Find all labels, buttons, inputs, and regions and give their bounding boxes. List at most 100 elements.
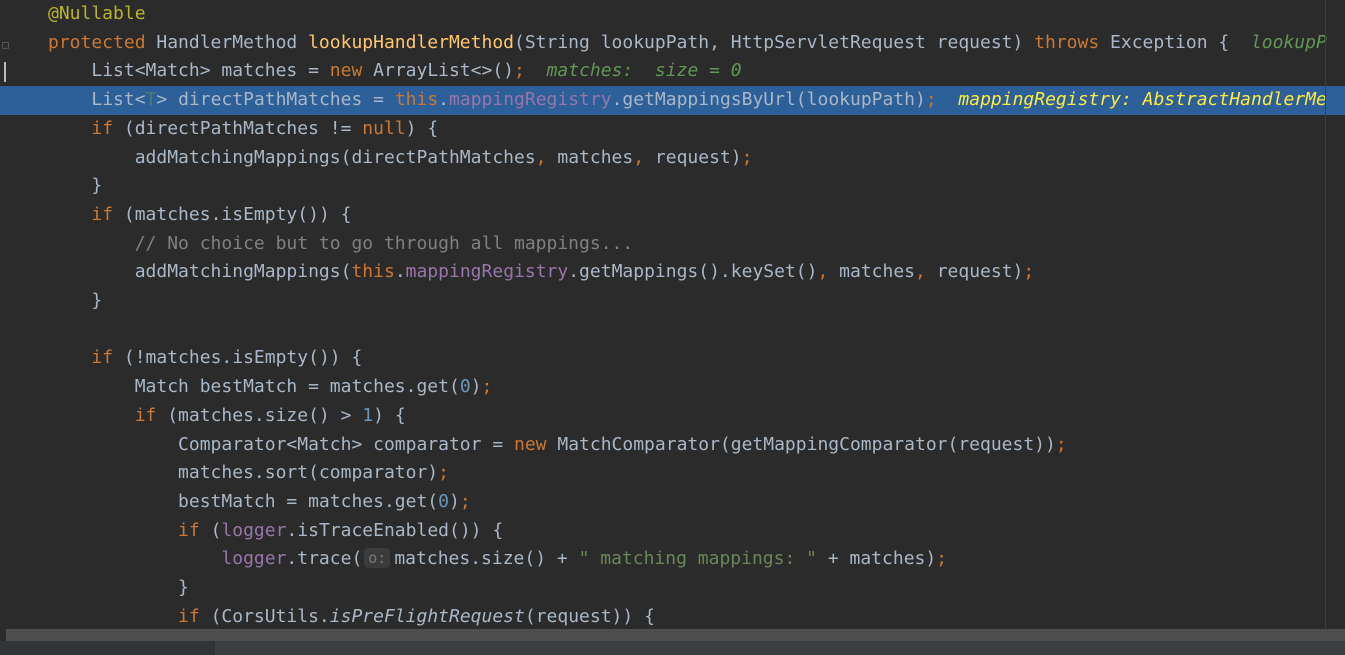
code-line[interactable]: logger.trace(o: matches.size() + " matchi…	[0, 545, 1345, 574]
code-line[interactable]: if (CorsUtils.isPreFlightRequest(request…	[0, 603, 1345, 632]
code-token: .	[438, 89, 450, 111]
code-token: mappingRegistry	[449, 89, 612, 111]
code-line[interactable]: bestMatch = matches.get(0);	[0, 488, 1345, 517]
code-line[interactable]: @Nullable	[0, 0, 1345, 29]
code-token: List<	[91, 89, 146, 111]
code-token: ;	[1055, 433, 1067, 455]
code-line-text: bestMatch = matches.get(0);	[48, 488, 471, 517]
code-token: this	[351, 261, 395, 283]
code-token: logger	[221, 548, 287, 570]
code-line[interactable]: if (matches.isEmpty()) {	[0, 201, 1345, 230]
code-line[interactable]: Comparator<Match> comparator = new Match…	[0, 431, 1345, 460]
code-line[interactable]: Match bestMatch = matches.get(0);	[0, 373, 1345, 402]
code-line[interactable]	[0, 316, 1345, 345]
code-token: @Nullable	[48, 3, 146, 24]
code-token: ,	[915, 261, 937, 283]
code-line-text: if (logger.isTraceEnabled()) {	[48, 517, 503, 546]
code-token: )	[470, 376, 482, 398]
code-token: this	[394, 89, 439, 111]
code-token: }	[91, 175, 103, 197]
code-line[interactable]: addMatchingMappings(directPathMatches, m…	[0, 144, 1345, 173]
code-token: if	[91, 117, 124, 139]
code-line-text: List<Match> matches = new ArrayList<>();…	[48, 57, 742, 86]
fold-marker-icon[interactable]: ▫	[0, 34, 11, 55]
code-token: protected	[48, 31, 157, 53]
code-token: if	[91, 347, 124, 369]
code-token: request)	[936, 261, 1024, 283]
code-token: addMatchingMappings(	[134, 261, 352, 283]
bottom-panel-left	[0, 641, 215, 655]
code-token: ArrayList<>()	[373, 60, 515, 82]
code-token: ;	[514, 60, 525, 82]
code-line[interactable]: addMatchingMappings(this.mappingRegistry…	[0, 258, 1345, 287]
code-token: )	[448, 490, 460, 512]
code-token: ;	[481, 376, 493, 398]
code-token: .getMappings().keySet()	[568, 261, 818, 283]
code-token: HandlerMethod	[156, 31, 309, 53]
code-token: (matches.size() >	[167, 404, 363, 426]
code-token: ;	[936, 548, 948, 570]
code-token: ) {	[405, 117, 439, 139]
horizontal-scrollbar-thumb[interactable]	[6, 629, 1345, 641]
code-line[interactable]: }	[0, 287, 1345, 316]
code-token: (request)) {	[524, 605, 655, 627]
code-line[interactable]: }	[0, 574, 1345, 603]
code-token: }	[178, 577, 189, 598]
code-token: .isTraceEnabled()) {	[286, 519, 504, 541]
code-token: 1	[362, 404, 374, 426]
code-token: ,	[817, 261, 840, 283]
code-token: matches.size() +	[394, 548, 579, 570]
parameter-hint: o:	[364, 548, 391, 569]
code-line-text: if (matches.isEmpty()) {	[48, 201, 351, 230]
inline-debug-value: matches: size = 0	[546, 60, 742, 82]
code-line-text: matches.sort(comparator);	[48, 459, 449, 488]
text-caret	[4, 62, 6, 82]
code-token: new	[514, 433, 558, 455]
code-line[interactable]: if (logger.isTraceEnabled()) {	[0, 517, 1345, 546]
code-token: (matches.isEmpty()) {	[123, 203, 352, 225]
code-line[interactable]: if (!matches.isEmpty()) {	[0, 344, 1345, 373]
code-token: (String lookupPath, HttpServletRequest r…	[514, 31, 1035, 53]
code-token: request)	[654, 146, 742, 168]
code-editor[interactable]: @Nullable protected HandlerMethod lookupH…	[0, 0, 1345, 655]
code-token: if	[178, 605, 211, 627]
code-line[interactable]: matches.sort(comparator);	[0, 459, 1345, 488]
code-token: ;	[741, 146, 753, 168]
inline-debug-value: mappingRegistry: AbstractHandlerMe	[958, 89, 1327, 111]
code-line-text: // No choice but to go through all mappi…	[48, 230, 634, 259]
code-line[interactable]: }	[0, 172, 1345, 201]
code-line-text: @Nullable	[48, 0, 146, 29]
execution-point-line[interactable]: List<T> directPathMatches = this.mapping…	[0, 86, 1345, 115]
code-token: ) {	[373, 404, 406, 426]
code-line[interactable]: if (matches.size() > 1) {	[0, 402, 1345, 431]
inline-debug-value: lookupP	[1250, 31, 1327, 53]
code-token: " matching mappings: "	[578, 548, 817, 570]
horizontal-scrollbar[interactable]	[6, 629, 1345, 641]
code-token: ,	[535, 146, 558, 168]
code-line[interactable]: // No choice but to go through all mappi…	[0, 230, 1345, 259]
code-line-text: addMatchingMappings(directPathMatches, m…	[48, 144, 753, 173]
code-line-text: Comparator<Match> comparator = new Match…	[48, 431, 1067, 460]
code-token: if	[178, 519, 211, 541]
code-token: // No choice but to go through all mappi…	[134, 232, 634, 254]
code-token: (CorsUtils.	[210, 605, 330, 627]
right-margin-guide	[1325, 0, 1326, 632]
code-token: logger	[221, 519, 287, 541]
code-line[interactable]: if (directPathMatches != null) {	[0, 115, 1345, 144]
code-line[interactable]: protected HandlerMethod lookupHandlerMet…	[0, 29, 1345, 58]
code-line-text: addMatchingMappings(this.mappingRegistry…	[48, 258, 1035, 287]
code-line[interactable]: List<Match> matches = new ArrayList<>();…	[0, 57, 1345, 87]
code-token: .getMappingsByUrl(lookupPath)	[611, 89, 926, 111]
